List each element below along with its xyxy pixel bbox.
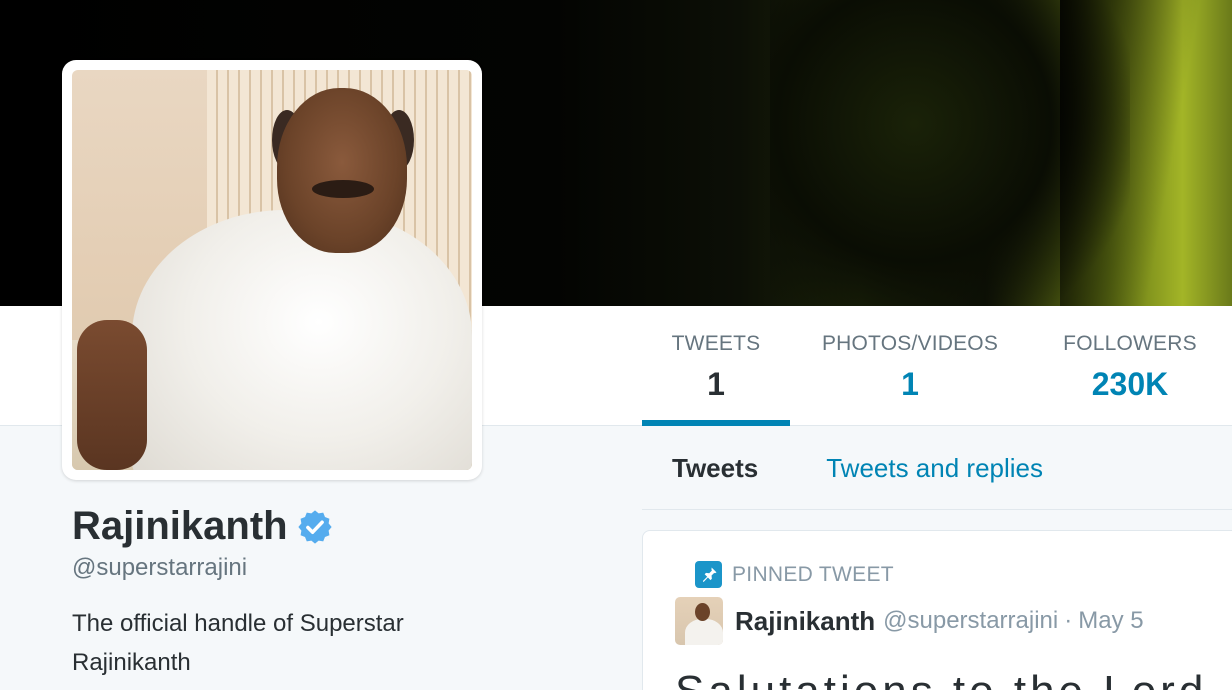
stat-label: TWEETS: [671, 332, 761, 355]
pinned-label: PINNED TWEET: [732, 562, 894, 586]
stat-followers[interactable]: FOLLOWERS 230K: [1030, 306, 1230, 426]
profile-handle[interactable]: @superstarrajini: [72, 552, 492, 584]
tweet-timestamp[interactable]: May 5: [1078, 607, 1143, 635]
profile-display-name[interactable]: Rajinikanth: [72, 500, 288, 552]
tweet-header: Rajinikanth @superstarrajini · May 5: [675, 597, 1144, 645]
tweet-separator: ·: [1064, 607, 1073, 634]
timeline-tabs: Tweets Tweets and replies: [642, 426, 1232, 510]
tab-tweets-and-replies[interactable]: Tweets and replies: [826, 426, 1043, 510]
profile-stats: TWEETS 1 PHOTOS/VIDEOS 1 FOLLOWERS 230K: [642, 306, 1230, 426]
profile-header-card: Rajinikanth @superstarrajini The officia…: [72, 500, 492, 682]
stat-photos-videos[interactable]: PHOTOS/VIDEOS 1: [790, 306, 1030, 426]
tweet-author-handle[interactable]: @superstarrajini: [883, 607, 1058, 635]
tab-tweets[interactable]: Tweets: [672, 426, 758, 510]
verified-badge-icon[interactable]: [296, 507, 334, 545]
pinned-indicator: PINNED TWEET: [695, 561, 894, 588]
pin-icon: [695, 561, 722, 588]
profile-bio: The official handle of Superstar Rajinik…: [72, 610, 404, 676]
tweet-author-name[interactable]: Rajinikanth: [735, 606, 875, 637]
profile-avatar[interactable]: [62, 60, 482, 480]
stat-value: 230K: [1091, 366, 1169, 402]
tweet-author-avatar[interactable]: [675, 597, 723, 645]
stat-value: 1: [707, 366, 725, 402]
pinned-tweet-card[interactable]: PINNED TWEET Rajinikanth @superstarrajin…: [642, 530, 1232, 690]
stat-value: 1: [901, 366, 919, 402]
avatar-photo: [72, 70, 472, 470]
profile-name-row: Rajinikanth: [72, 500, 492, 552]
stat-label: FOLLOWERS: [1063, 332, 1197, 355]
stat-label: PHOTOS/VIDEOS: [821, 332, 999, 355]
tweet-text: Salutations to the Lord: [675, 667, 1207, 690]
stat-tweets[interactable]: TWEETS 1: [642, 306, 790, 426]
